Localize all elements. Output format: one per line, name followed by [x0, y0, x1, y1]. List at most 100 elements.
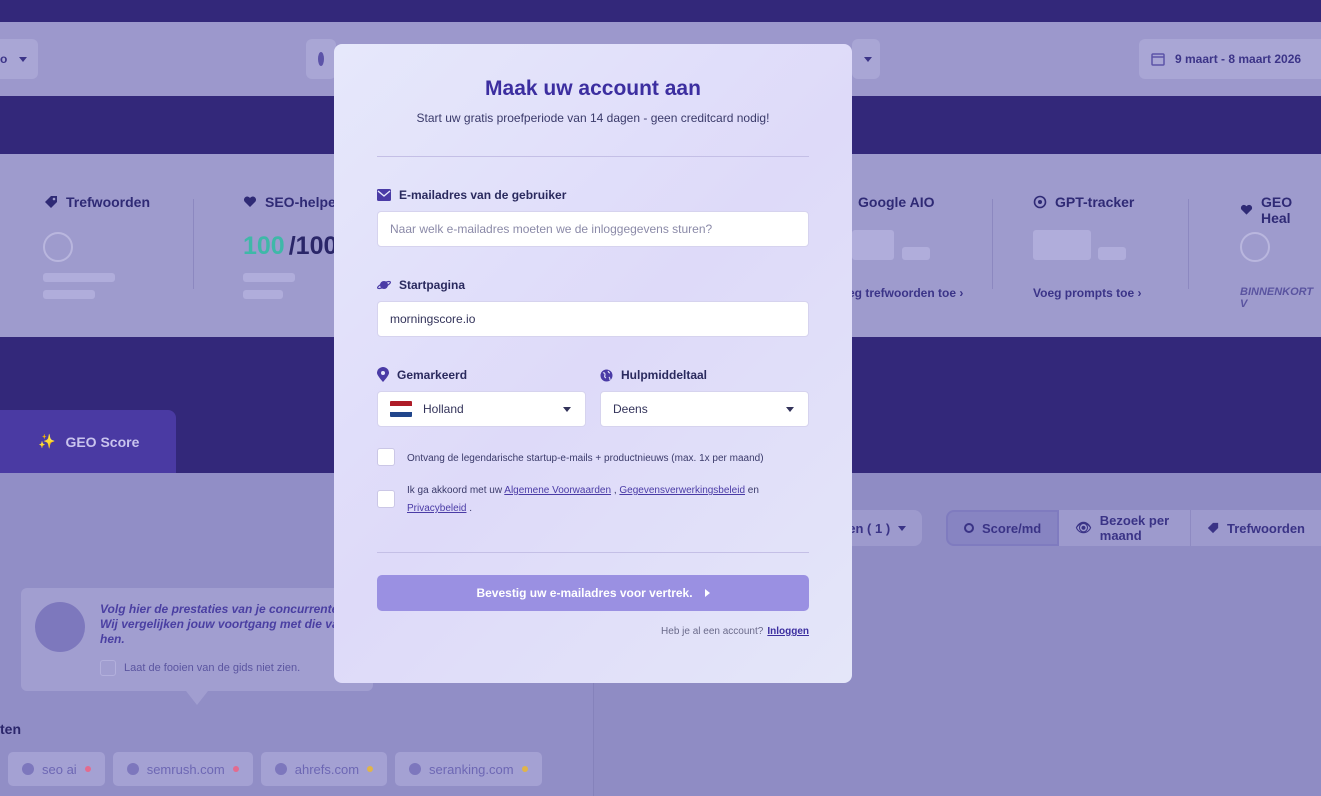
location-label: Gemarkeerd	[377, 367, 467, 382]
chevron-down-icon	[563, 407, 571, 412]
kpi-keywords[interactable]: Trefwoorden	[44, 194, 150, 210]
placeholder-bar	[243, 273, 295, 282]
status-dot	[84, 766, 91, 772]
envelope-icon	[377, 189, 391, 201]
placeholder-bar	[43, 273, 115, 282]
terms-checkbox[interactable]	[377, 490, 395, 508]
globe-icon	[22, 763, 34, 775]
chevron-down-icon	[786, 407, 794, 412]
checkbox[interactable]	[100, 660, 116, 676]
globe-icon	[409, 763, 422, 775]
chevron-right-icon	[704, 589, 710, 597]
email-label: E-mailadres van de gebruiker	[377, 188, 566, 202]
divider	[377, 156, 809, 157]
kpi-gpt-tracker[interactable]: GPT-tracker	[1033, 194, 1134, 210]
target-icon	[964, 523, 974, 533]
kpi-title: SEO-helper	[265, 194, 342, 210]
terms-text: en	[747, 485, 759, 496]
modal-title: Maak uw account aan	[485, 77, 701, 100]
email-field[interactable]	[377, 211, 809, 247]
chevron-right-icon: ›	[959, 286, 964, 300]
tag-icon	[1207, 522, 1219, 534]
project-select-label: o	[0, 52, 8, 66]
kpi-google-aio[interactable]: Google AIO	[858, 194, 934, 210]
seo-score-max: /100	[288, 232, 338, 260]
homepage-field[interactable]	[377, 301, 809, 337]
chevron-right-icon: ›	[1137, 286, 1142, 300]
chevron-down-icon	[898, 525, 907, 531]
newsletter-label: Ontvang de legendarische startup-e-mails…	[407, 453, 764, 464]
label-text: Hulpmiddeltaal	[621, 368, 708, 382]
terms-text: Ik ga akkoord met uw	[407, 485, 503, 496]
segment-label: Trefwoorden	[1226, 520, 1305, 536]
divider	[992, 199, 993, 289]
segment-label: Bezoek per maand	[1099, 513, 1170, 543]
kpi-title: GPT-tracker	[1055, 194, 1135, 210]
dropdown-toggle[interactable]	[852, 39, 880, 79]
segment-visits[interactable]: 👁 Bezoek per maand	[1059, 510, 1191, 546]
segment-score[interactable]: Score/md	[946, 510, 1060, 546]
label-text: E-mailadres van de gebruiker	[399, 188, 567, 202]
status-dot	[521, 766, 528, 772]
divider	[1188, 199, 1189, 289]
login-prompt: Heb je al een account? Inloggen	[661, 626, 809, 637]
link-label: eg trefwoorden toe	[848, 286, 957, 300]
language-select[interactable]: Deens	[600, 391, 809, 427]
chip-label: seo ai	[42, 761, 77, 777]
hide-tips-checkbox[interactable]: Laat de fooien van de gids niet zien.	[100, 660, 300, 676]
segment-keywords[interactable]: Trefwoorden	[1190, 510, 1321, 546]
planet-icon	[377, 280, 391, 290]
competitor-chip[interactable]: semrush.com	[112, 752, 253, 786]
newsletter-checkbox[interactable]	[377, 448, 395, 466]
project-select[interactable]: o	[0, 39, 38, 79]
login-link[interactable]: Inloggen	[767, 626, 809, 637]
metric-toggle: Score/md 👁 Bezoek per maand Trefwoorden	[946, 510, 1321, 546]
chevron-down-icon	[864, 56, 872, 62]
tag-icon	[45, 196, 57, 208]
competitors-heading: ten	[0, 721, 21, 737]
loading-ring	[1240, 232, 1270, 262]
label-text: Gemarkeerd	[397, 367, 468, 382]
language-label: Hulpmiddeltaal	[600, 368, 707, 382]
competitor-chip[interactable]: seranking.com	[395, 752, 542, 786]
placeholder-block	[852, 230, 894, 260]
footer-text: Heb je al een account?	[661, 626, 764, 637]
add-prompts-link[interactable]: Voeg prompts toe ›	[1033, 286, 1141, 300]
link-label: Voeg prompts toe	[1033, 286, 1135, 300]
divider	[377, 552, 809, 553]
kpi-seo-helper[interactable]: SEO-helper	[243, 194, 341, 210]
terms-link[interactable]: Algemene Voorwaarden	[504, 485, 611, 496]
placeholder-bar	[43, 290, 95, 299]
newsletter-option: Ontvang de legendarische startup-e-mails…	[377, 448, 764, 468]
privacy-link[interactable]: Privacybeleid	[407, 503, 466, 514]
competitor-chips: seo ai semrush.com ahrefs.com seranking.…	[8, 752, 542, 786]
kpi-title: GEO Heal	[1261, 194, 1293, 226]
date-range-label: 9 maart - 8 maart 2026	[1175, 52, 1302, 66]
kpi-geo-health[interactable]: GEO Heal	[1240, 194, 1321, 226]
top-bar	[0, 0, 1321, 22]
globe-icon	[600, 369, 613, 381]
sparkle-icon: ✨	[38, 433, 56, 449]
seo-score-value: 100	[243, 232, 285, 260]
location-select[interactable]: Holland	[377, 391, 586, 427]
rocket-button[interactable]	[306, 39, 336, 79]
tab-geo-score[interactable]: ✨ GEO Score	[0, 410, 176, 473]
date-range-picker[interactable]: 9 maart - 8 maart 2026	[1139, 39, 1321, 79]
terms-label: Ik ga akkoord met uw Algemene Voorwaarde…	[407, 482, 807, 518]
tooltip-text: Volg hier de prestaties van je concurren…	[100, 602, 350, 646]
competitor-chip[interactable]: seo ai	[8, 752, 105, 786]
tooltip-arrow	[186, 691, 208, 705]
heart-pulse-icon	[1240, 204, 1253, 215]
confirm-email-button[interactable]: Bevestig uw e-mailadres voor vertrek.	[377, 575, 809, 611]
terms-text: ,	[613, 485, 617, 496]
signup-modal: Maak uw account aan Start uw gratis proe…	[334, 44, 852, 683]
add-keywords-link[interactable]: eg trefwoorden toe ›	[848, 286, 963, 300]
status-dot	[367, 766, 374, 772]
placeholder-block	[1098, 247, 1126, 260]
globe-icon	[274, 763, 287, 775]
astronaut-avatar	[35, 602, 85, 652]
competitor-chip[interactable]: ahrefs.com	[260, 752, 388, 786]
guide-tooltip: Volg hier de prestaties van je concurren…	[21, 588, 373, 691]
chevron-down-icon	[19, 56, 28, 62]
data-processing-link[interactable]: Gegevensverwerkingsbeleid	[619, 485, 745, 496]
